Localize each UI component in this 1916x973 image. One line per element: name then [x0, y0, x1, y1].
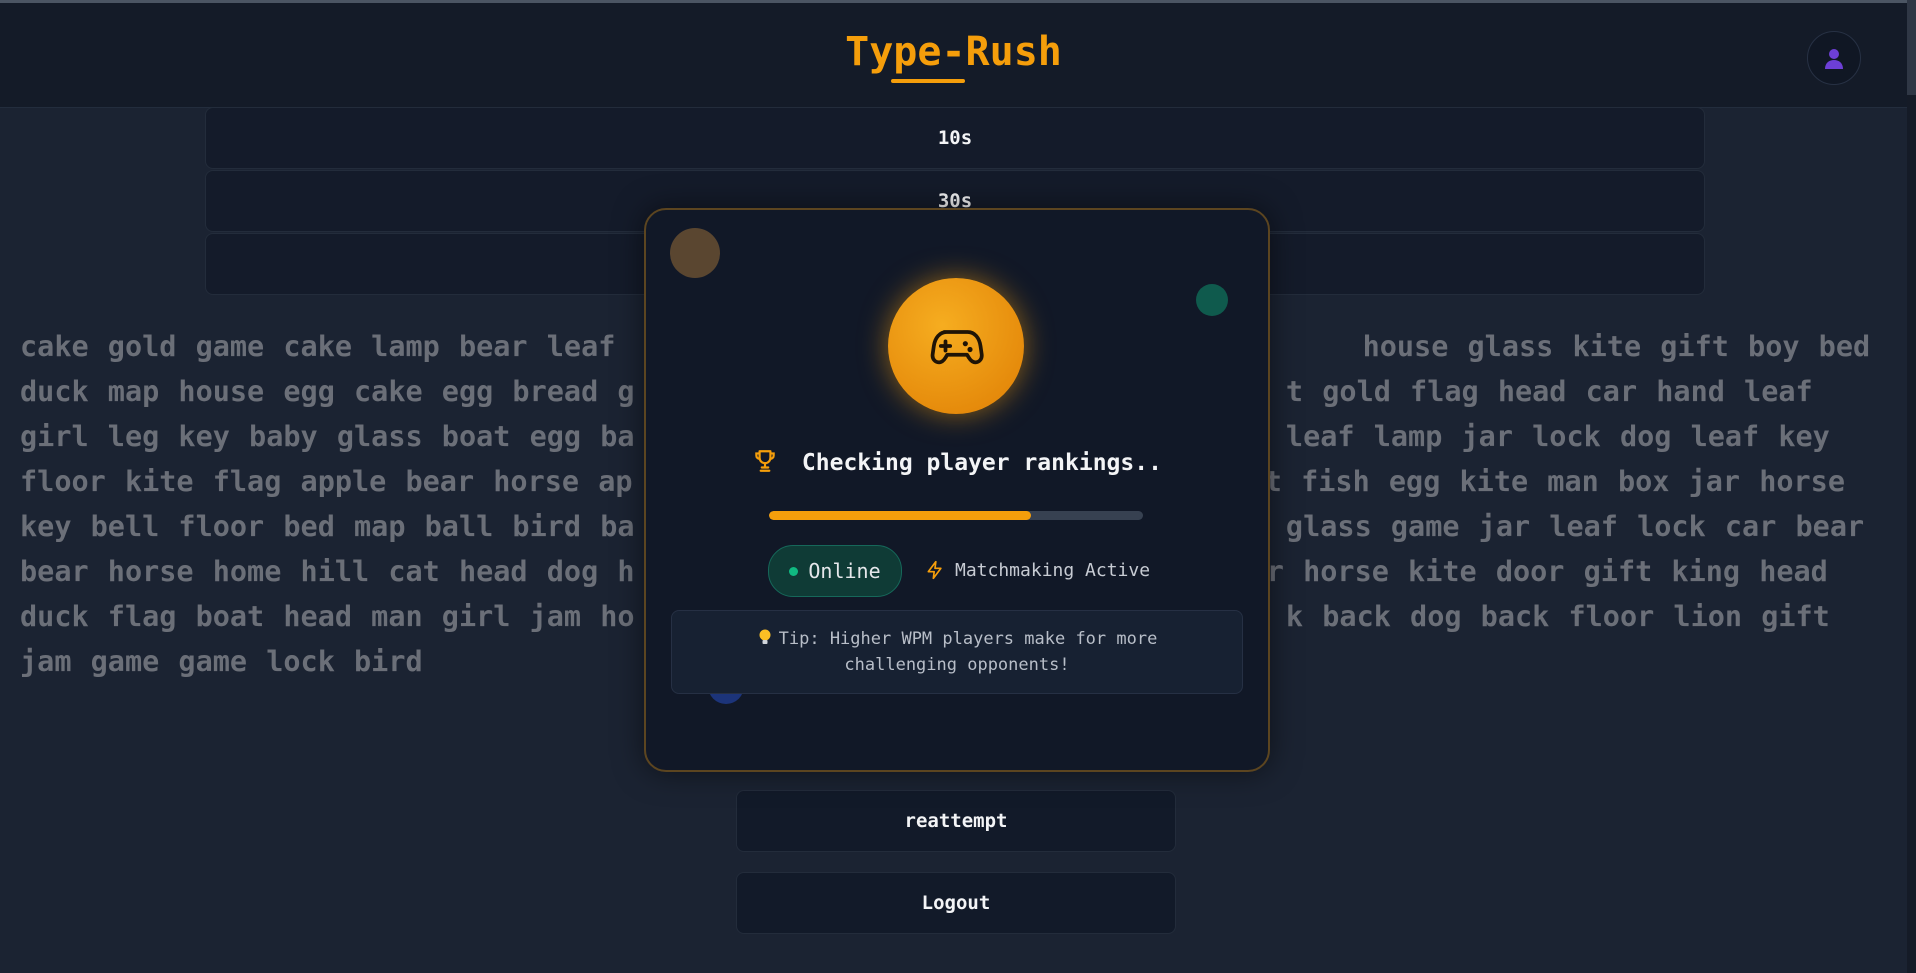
trophy-icon: [755, 450, 775, 472]
reattempt-button[interactable]: reattempt: [736, 790, 1176, 852]
lightning-icon: [927, 560, 942, 580]
gamepad-icon: [930, 330, 984, 365]
mode-label: 10s: [937, 127, 973, 149]
scrollbar[interactable]: [1907, 0, 1916, 973]
tip-text: Tip: Higher WPM players make for more ch…: [778, 629, 1158, 675]
tip-content: Tip: Higher WPM players make for more ch…: [737, 626, 1177, 678]
avatar-button[interactable]: [1807, 31, 1861, 85]
progress-bar: [769, 511, 1143, 520]
game-icon-badge: [888, 278, 1024, 414]
user-icon: [1825, 49, 1843, 69]
progress-fill: [769, 511, 1031, 520]
online-status-badge: Online: [768, 545, 902, 597]
app-header: Type-Rush: [0, 3, 1907, 108]
status-row: Checking player rankings..: [646, 448, 1268, 476]
online-dot-icon: [789, 566, 799, 576]
logout-button[interactable]: Logout: [736, 872, 1176, 934]
title-underline: [891, 79, 965, 83]
tip-box: Tip: Higher WPM players make for more ch…: [671, 610, 1243, 694]
logout-label: Logout: [921, 892, 991, 914]
decor-orb: [1196, 284, 1228, 316]
app-title: Type-Rush: [845, 29, 1062, 75]
online-label: Online: [808, 559, 881, 583]
matchmaking-modal: Checking player rankings.. Online Matchm…: [644, 208, 1270, 772]
scrollbar-thumb[interactable]: [1907, 0, 1916, 95]
decor-orb: [670, 228, 720, 278]
reattempt-label: reattempt: [904, 810, 1008, 832]
status-text: Checking player rankings..: [801, 450, 1162, 476]
mode-button-10s[interactable]: 10s: [205, 107, 1705, 169]
lightbulb-icon: [759, 629, 771, 644]
matchmaking-status: Matchmaking Active: [925, 545, 1150, 595]
matchmaking-label: Matchmaking Active: [955, 559, 1151, 581]
